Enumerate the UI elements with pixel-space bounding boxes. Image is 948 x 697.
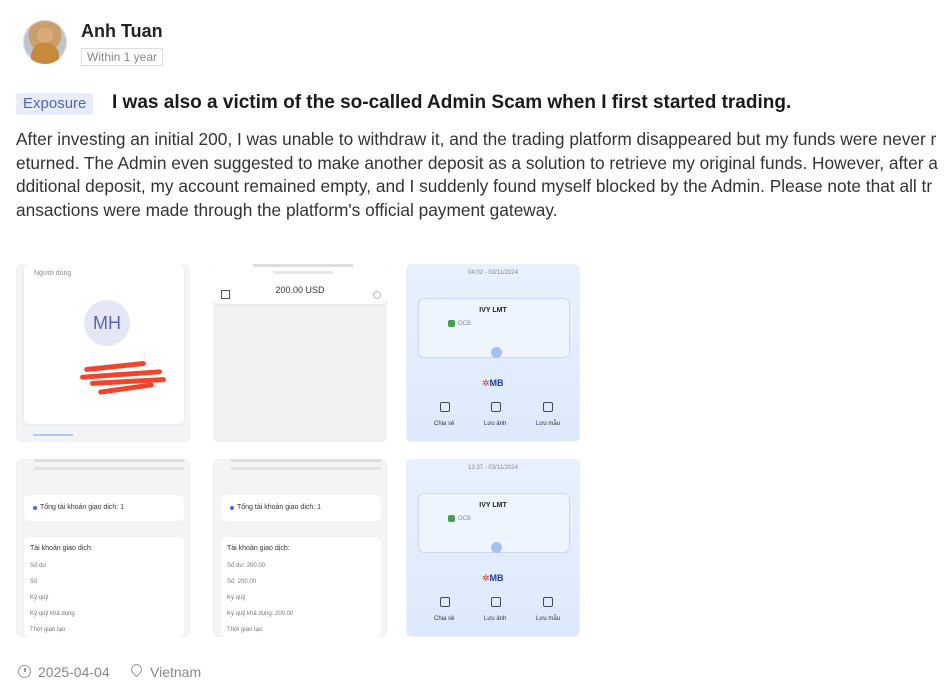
post-title: I was also a victim of the so-called Adm… [112,92,792,113]
location-pin-icon [128,661,145,678]
share-icon [440,402,450,412]
account-summary: Tổng tài khoản giao dịch: 1 [237,504,322,511]
row-margin: Ký quỹ [30,595,49,601]
save-template-label: Lưu mẫu [536,616,561,622]
save-template-label: Lưu mẫu [536,421,561,427]
row-margin: Ký quỹ [227,595,246,601]
author-avatar[interactable] [23,20,67,64]
camera-icon [491,597,501,607]
transfer-date: 04:02 - 03/11/2024 [468,270,518,276]
screenshot-image-1[interactable]: Người dùng MH [16,264,190,442]
row-free-margin: Ký quỹ khả dụng: 200.00 [227,611,294,617]
row-created-time: Thời gian tạo [30,627,66,633]
author-name[interactable]: Anh Tuan [81,21,163,42]
row-created-time: Thời gian tạo [227,627,263,633]
screenshot-image-4[interactable]: Tổng tài khoản giao dịch: 1 Tài khoản gi… [16,459,190,637]
screenshot-image-5[interactable]: Tổng tài khoản giao dịch: 1 Tài khoản gi… [213,459,387,637]
camera-icon [491,402,501,412]
clock-icon [18,665,31,678]
recipient-name: IVY LMT [479,307,507,314]
save-image-label: Lưu ảnh [484,421,507,427]
amount-value: 200.00 USD [275,285,325,295]
row-equity: Số: 200.00 [227,579,257,585]
row-free-margin: Ký quỹ khả dụng [30,611,75,617]
info-icon [373,291,381,299]
recipient-name: IVY LMT [479,502,507,509]
account-summary: Tổng tài khoản giao dịch: 1 [40,504,125,511]
row-equity: Số [30,579,38,585]
account-label: Tài khoản giao dịch: [227,545,290,552]
mb-logo: MB [489,573,504,583]
user-label: Người dùng [34,270,72,277]
save-template-icon [543,402,553,412]
screenshot-image-2[interactable]: 200.00 USD [213,264,387,442]
row-balance: Số dư: 200.00 [227,563,266,569]
screenshot-image-3[interactable]: 04:02 - 03/11/2024 IVY LMT OCB ✲MB Chia … [406,264,580,442]
bank-name: OCB [458,321,472,327]
post-body: After investing an initial 200, I was un… [16,129,938,220]
initials-avatar: MH [84,300,130,346]
share-icon [440,597,450,607]
screenshot-image-6[interactable]: 13:37 - 03/11/2024 IVY LMT OCB ✲MB Chia … [406,459,580,637]
save-template-icon [543,597,553,607]
row-balance: Số dư [30,563,47,569]
account-label: Tài khoản giao dịch: [30,545,93,552]
exposure-tag[interactable]: Exposure [16,93,94,115]
share-label: Chia sẻ [434,616,455,622]
time-tag: Within 1 year [81,48,164,66]
bank-name: OCB [458,516,472,522]
share-label: Chia sẻ [434,421,455,427]
transfer-date: 13:37 - 03/11/2024 [468,465,518,471]
chevron-down-icon [491,542,502,553]
post-date: 2025-04-04 [38,664,110,680]
chevron-down-icon [491,347,502,358]
mb-logo: MB [489,378,504,388]
post-location: Vietnam [150,664,202,680]
save-image-label: Lưu ảnh [484,616,507,622]
